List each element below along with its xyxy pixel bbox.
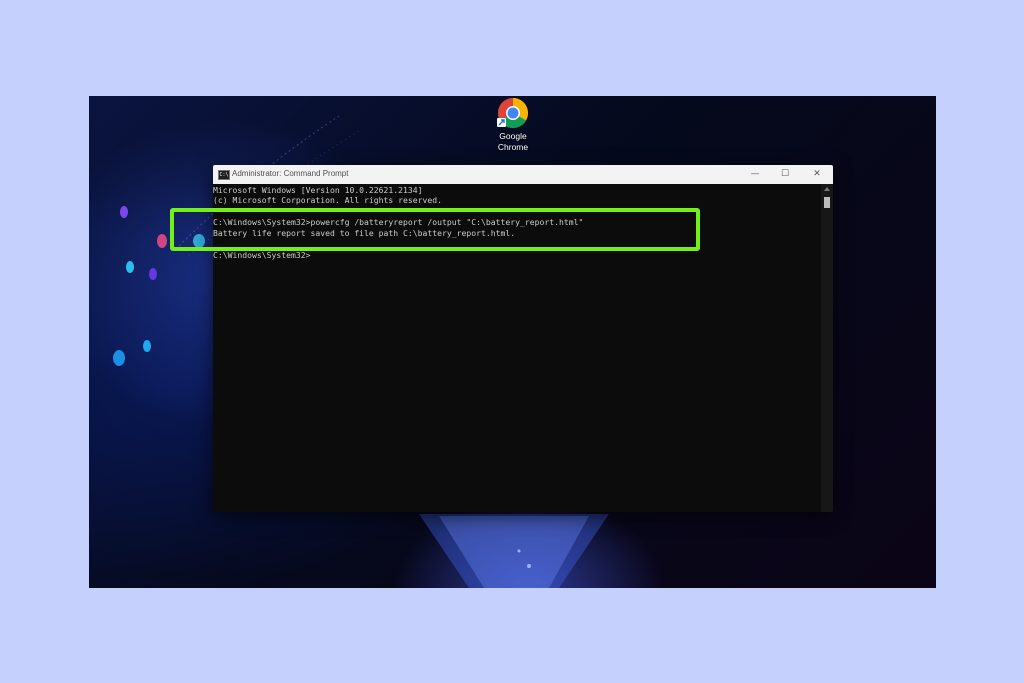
highlight-annotation	[170, 208, 700, 251]
cmd-icon: C:\	[218, 170, 230, 180]
console-line: Microsoft Windows [Version 10.0.22621.21…	[213, 185, 423, 195]
scroll-thumb[interactable]	[824, 197, 830, 208]
desktop-icon-label: Google Chrome	[497, 131, 529, 152]
scroll-up-arrow-icon[interactable]	[824, 187, 830, 191]
console-line: (c) Microsoft Corporation. All rights re…	[213, 195, 443, 205]
minimize-button[interactable]: —	[740, 165, 770, 184]
vertical-scrollbar[interactable]	[821, 184, 833, 512]
window-title: Administrator: Command Prompt	[232, 169, 349, 178]
desktop-icon-google-chrome[interactable]: Google Chrome	[489, 96, 537, 158]
console-prompt: C:\Windows\System32>	[213, 250, 311, 260]
maximize-button[interactable]: ☐	[770, 165, 800, 184]
close-button[interactable]: ✕	[802, 165, 832, 184]
title-bar[interactable]: C:\ Administrator: Command Prompt — ☐ ✕	[213, 165, 833, 184]
chrome-icon	[497, 98, 529, 129]
